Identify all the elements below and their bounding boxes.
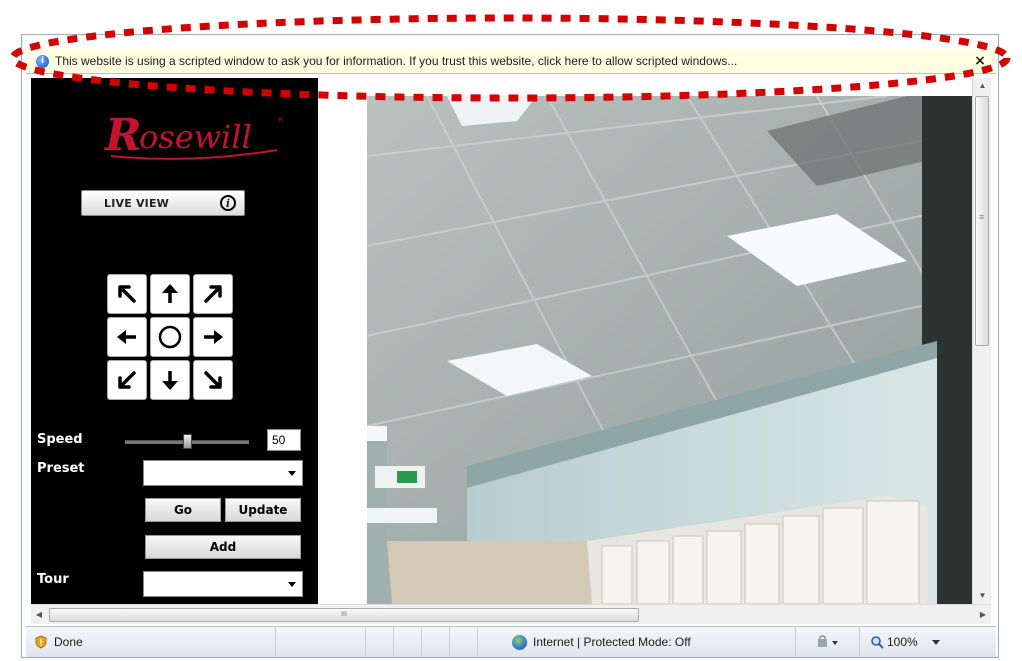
camera-video-feed bbox=[367, 96, 972, 604]
status-segment bbox=[394, 627, 422, 657]
pan-down-right-button[interactable] bbox=[193, 360, 233, 400]
arrow-right-icon bbox=[204, 330, 223, 344]
pan-up-right-button[interactable] bbox=[193, 274, 233, 314]
globe-icon bbox=[512, 634, 527, 650]
infobar-message[interactable]: This website is using a scripted window … bbox=[55, 54, 972, 68]
tilt-down-button[interactable] bbox=[150, 360, 190, 400]
circle-home-icon bbox=[158, 325, 182, 349]
zoom-level: 100% bbox=[887, 635, 918, 649]
zone-text: Internet | Protected Mode: Off bbox=[533, 635, 691, 649]
live-view-button[interactable]: LIVE VIEW i bbox=[81, 190, 245, 216]
ptz-home-button[interactable] bbox=[150, 317, 190, 357]
arrow-down-right-icon bbox=[204, 371, 222, 389]
status-segment bbox=[366, 627, 394, 657]
preset-label: Preset bbox=[37, 461, 85, 476]
live-view-label: LIVE VIEW bbox=[104, 196, 170, 210]
camera-control-panel: R osewill ® LIVE VIEW i Speed 50 Preset … bbox=[31, 78, 318, 604]
status-left: Done bbox=[26, 627, 276, 657]
grip-icon: ≡ bbox=[979, 212, 985, 222]
scroll-right-arrow-icon[interactable]: ▶ bbox=[975, 605, 991, 624]
tour-label: Tour bbox=[37, 572, 69, 587]
add-button[interactable]: Add bbox=[145, 535, 301, 559]
security-zone[interactable]: Internet | Protected Mode: Off bbox=[478, 627, 796, 657]
chevron-down-icon bbox=[288, 581, 296, 587]
speed-value-field[interactable]: 50 bbox=[267, 429, 301, 451]
pop-up-status[interactable] bbox=[796, 627, 860, 657]
information-bar[interactable]: i This website is using a scripted windo… bbox=[26, 49, 996, 74]
status-text: Done bbox=[54, 635, 83, 649]
status-segment bbox=[450, 627, 478, 657]
tilt-up-button[interactable] bbox=[150, 274, 190, 314]
pan-left-button[interactable] bbox=[107, 317, 147, 357]
preset-select[interactable] bbox=[143, 460, 303, 486]
info-icon: i bbox=[36, 54, 49, 68]
chevron-down-icon[interactable] bbox=[931, 639, 940, 645]
go-button[interactable]: Go bbox=[145, 498, 221, 522]
svg-text:R: R bbox=[103, 110, 142, 161]
status-segment bbox=[422, 627, 450, 657]
status-bar: Done Internet | Protected Mode: Off 100% bbox=[26, 626, 996, 657]
arrow-left-icon bbox=[117, 330, 136, 344]
status-segment bbox=[276, 627, 366, 657]
chevron-down-icon bbox=[288, 470, 296, 476]
pan-up-left-button[interactable] bbox=[107, 274, 147, 314]
magnifier-icon bbox=[871, 636, 884, 649]
scroll-left-arrow-icon[interactable]: ◀ bbox=[31, 605, 47, 624]
arrow-up-icon bbox=[162, 284, 178, 303]
slider-thumb[interactable] bbox=[183, 434, 192, 449]
scroll-up-arrow-icon[interactable]: ▲ bbox=[973, 78, 992, 94]
shield-warning-icon bbox=[35, 635, 47, 649]
arrow-up-right-icon bbox=[204, 285, 222, 303]
lock-settings-icon bbox=[817, 635, 838, 647]
svg-text:osewill: osewill bbox=[139, 118, 252, 156]
tour-select[interactable] bbox=[143, 571, 303, 597]
arrow-down-icon bbox=[162, 371, 178, 390]
arrow-down-left-icon bbox=[118, 371, 136, 389]
pan-right-button[interactable] bbox=[193, 317, 233, 357]
vertical-scroll-thumb[interactable]: ≡ bbox=[975, 96, 989, 346]
speed-label: Speed bbox=[37, 432, 83, 447]
ptz-control-pad bbox=[107, 274, 237, 400]
close-icon[interactable]: × bbox=[972, 53, 988, 69]
vertical-scrollbar[interactable]: ▲ ≡ ▼ bbox=[972, 78, 991, 604]
zoom-control[interactable]: 100% bbox=[860, 627, 966, 657]
update-button[interactable]: Update bbox=[225, 498, 301, 522]
info-icon: i bbox=[220, 195, 236, 211]
scroll-down-arrow-icon[interactable]: ▼ bbox=[973, 588, 992, 604]
arrow-up-left-icon bbox=[118, 285, 136, 303]
horizontal-scrollbar[interactable]: ◀ III ▶ bbox=[31, 604, 991, 624]
rosewill-logo: R osewill ® bbox=[103, 110, 284, 161]
pan-down-left-button[interactable] bbox=[107, 360, 147, 400]
svg-text:®: ® bbox=[277, 116, 284, 124]
horizontal-scroll-thumb[interactable]: III bbox=[49, 608, 639, 622]
speed-slider[interactable] bbox=[125, 434, 249, 449]
